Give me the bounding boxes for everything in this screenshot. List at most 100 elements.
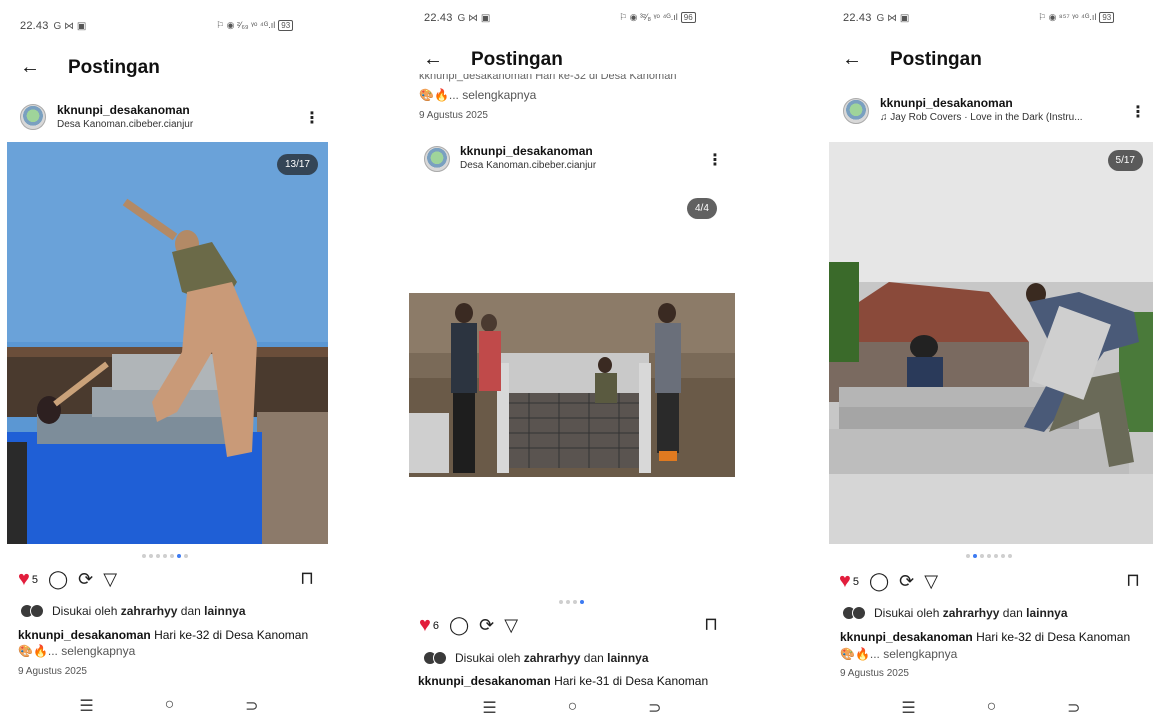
repost-icon[interactable]: ⟳ [479,615,494,636]
post-audio[interactable]: ♫ Jay Rob Covers · Love in the Dark (Ins… [880,112,1083,123]
comment-icon[interactable]: ◯ [869,571,889,592]
more-options-icon[interactable]: ⋮ [304,108,320,128]
back-arrow-icon[interactable]: ← [20,56,50,79]
bookmark-icon[interactable]: ⊓ [704,614,718,635]
prev-caption-more[interactable]: 🎨🔥... selengkapnya [419,88,536,102]
comment-icon[interactable]: ◯ [48,569,68,590]
post-photo[interactable]: 13/17 [7,142,328,544]
liked-by-user[interactable]: zahrarhyy [943,606,1000,620]
heart-icon[interactable]: ♥ [839,570,851,593]
carousel-dot [559,600,563,604]
back-arrow-icon[interactable]: ← [423,48,453,71]
post-photo[interactable] [409,293,735,477]
status-icons-left: G ⋈ ▣ [876,12,910,24]
status-bar-right: ⚐ ◉ ³²⁄₈ ᵞᵒ ⁴ᴳ.ıl 96 [619,12,696,23]
post-photo[interactable]: 5/17 [829,142,1153,544]
carousel-dot [966,554,970,558]
status-bar-right: ⚐ ◉ ²⁄₆₉ ᵞᵒ ⁴ᴳ.ıl 93 [216,20,294,31]
liked-by-user[interactable]: zahrarhyy [524,651,581,665]
post-username[interactable]: kknunpi_desakanoman [57,103,193,117]
page-title: Postingan [68,56,160,78]
liked-by-others[interactable]: lainnya [204,604,245,618]
status-bar-left: 22.43 G ⋈ ▣ [843,12,909,24]
liker-avatars [20,604,46,618]
back-arrow-icon[interactable]: ← [842,48,872,71]
menu-icon[interactable]: ☰ [79,696,93,716]
bookmark-icon[interactable]: ⊓ [300,568,314,589]
repost-icon[interactable]: ⟳ [899,571,914,592]
liked-by-others[interactable]: lainnya [607,651,648,665]
liked-by[interactable]: Disukai oleh zahrarhyy dan lainnya [423,651,649,665]
see-more-link[interactable]: ... selengkapnya [48,644,135,658]
liked-by-others[interactable]: lainnya [1026,606,1067,620]
comment-icon[interactable]: ◯ [449,615,469,636]
more-options-icon[interactable]: ⋮ [707,150,723,170]
post-location[interactable]: Desa Kanoman.cibeber.cianjur [57,119,193,130]
likes-count[interactable]: 6 [433,620,439,632]
liked-by[interactable]: Disukai oleh zahrarhyy dan lainnya [842,606,1068,620]
status-bar-right: ⚐ ◉ ⁸⁵⁷ ᵞᵒ ⁴ᴳ.ıl 93 [1038,12,1115,23]
see-more-link[interactable]: ... selengkapnya [449,88,536,102]
phone-screen-2: 22.43 G ⋈ ▣ ⚐ ◉ ³²⁄₈ ᵞᵒ ⁴ᴳ.ıl 96 ← Posti… [407,0,737,716]
carousel-dot [566,600,570,604]
battery-icon: 96 [680,12,696,23]
home-icon[interactable]: ○ [568,698,578,716]
carousel-dot [1001,554,1005,558]
media-counter: 13/17 [276,154,318,175]
caption-username[interactable]: kknunpi_desakanoman [18,628,151,642]
post-location[interactable]: Desa Kanoman.cibeber.cianjur [460,160,596,171]
carousel-dot-active [973,554,977,558]
share-icon[interactable]: ▽ [103,569,117,590]
post-header: kknunpi_desakanoman ♫ Jay Rob Covers · L… [880,96,1083,123]
back-icon[interactable]: ⊃ [648,698,661,716]
more-options-icon[interactable]: ⋮ [1130,102,1146,122]
likes-count[interactable]: 5 [32,574,38,586]
share-icon[interactable]: ▽ [924,571,938,592]
liked-by-joiner: dan [180,604,201,618]
carousel-dot [156,554,160,558]
post-date: 9 Agustus 2025 [18,666,87,677]
home-icon[interactable]: ○ [987,698,997,716]
back-icon[interactable]: ⊃ [1067,698,1080,716]
heart-icon[interactable]: ♥ [18,568,30,591]
status-icons-left: G ⋈ ▣ [457,12,491,24]
caption-text: Hari ke-31 di Desa Kanoman [554,674,709,688]
prev-post-date: 9 Agustus 2025 [419,110,488,121]
status-bar-left: 22.43 G ⋈ ▣ [424,12,490,24]
bookmark-icon[interactable]: ⊓ [1126,570,1140,591]
action-bar: ♥ 5 ◯ ⟳ ▽ [839,570,938,593]
carousel-dot [980,554,984,558]
heart-icon[interactable]: ♥ [419,614,431,637]
share-icon[interactable]: ▽ [504,615,518,636]
carousel-dot-active [177,554,181,558]
liked-by-prefix: Disukai oleh [874,606,940,620]
caption-more[interactable]: 🎨🔥... selengkapnya [18,644,135,658]
see-more-link[interactable]: ... selengkapnya [870,647,957,661]
menu-icon[interactable]: ☰ [901,698,915,716]
liked-by-joiner: dan [1002,606,1023,620]
avatar[interactable] [424,146,450,172]
status-icons-right: ⚐ ◉ ²⁄₆₉ ᵞᵒ ⁴ᴳ.ıl [216,20,276,30]
post-username[interactable]: kknunpi_desakanoman [880,96,1083,110]
music-icon: ♫ [880,112,888,123]
carousel-dot [170,554,174,558]
liked-by-user[interactable]: zahrarhyy [121,604,178,618]
menu-icon[interactable]: ☰ [482,698,496,716]
audio-track[interactable]: Jay Rob Covers · Love in the Dark (Instr… [890,112,1082,123]
carousel-dot-active [580,600,584,604]
repost-icon[interactable]: ⟳ [78,569,93,590]
liked-by[interactable]: Disukai oleh zahrarhyy dan lainnya [20,604,246,618]
caption-more[interactable]: 🎨🔥... selengkapnya [840,647,957,661]
post-username[interactable]: kknunpi_desakanoman [460,144,596,158]
back-icon[interactable]: ⊃ [245,696,258,716]
caption-username[interactable]: kknunpi_desakanoman [840,630,973,644]
system-nav-bar: ☰ ○ ⊃ [44,696,294,716]
home-icon[interactable]: ○ [165,696,175,716]
liked-by-prefix: Disukai oleh [52,604,118,618]
photo-illustration [829,142,1153,544]
avatar[interactable] [20,104,46,130]
avatar[interactable] [843,98,869,124]
top-nav: ← Postingan [20,56,160,79]
caption-username[interactable]: kknunpi_desakanoman [418,674,551,688]
likes-count[interactable]: 5 [853,576,859,588]
